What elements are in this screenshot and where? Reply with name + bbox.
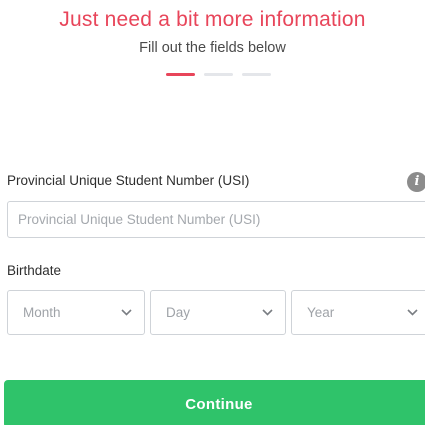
info-icon[interactable]: i (407, 172, 425, 192)
chevron-down-icon (406, 307, 418, 319)
progress-step-3 (242, 73, 271, 76)
progress-step-2 (204, 73, 233, 76)
birth-month-value: Month (23, 305, 61, 320)
birth-day-value: Day (166, 305, 191, 320)
birth-day-select[interactable]: Day (150, 290, 286, 335)
usi-label: Provincial Unique Student Number (USI) (7, 173, 250, 188)
progress-steps (166, 73, 271, 76)
more-info-form: Just need a bit more information Fill ou… (0, 0, 425, 425)
chevron-down-icon (120, 307, 132, 319)
page-title: Just need a bit more information (59, 8, 366, 31)
usi-input[interactable] (7, 201, 425, 238)
birthdate-label: Birthdate (7, 263, 62, 278)
birth-year-value: Year (307, 305, 335, 320)
page-subtitle: Fill out the fields below (139, 40, 286, 56)
birth-year-select[interactable]: Year (291, 290, 425, 335)
continue-button[interactable]: Continue (4, 380, 425, 425)
progress-step-1 (166, 73, 195, 76)
chevron-down-icon (261, 307, 273, 319)
birth-month-select[interactable]: Month (7, 290, 145, 335)
